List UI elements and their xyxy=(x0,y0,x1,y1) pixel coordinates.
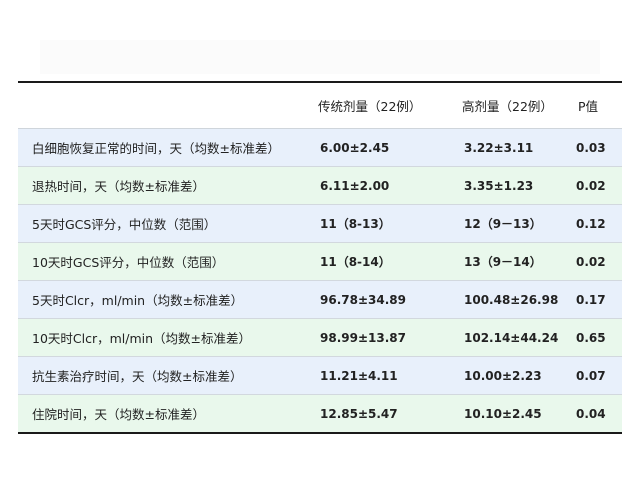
high-dose-value: 3.22±3.11 xyxy=(464,140,534,155)
conventional-dose-value: 12.85±5.47 xyxy=(320,406,398,421)
top-band xyxy=(40,40,600,74)
conventional-dose-value: 98.99±13.87 xyxy=(320,330,406,345)
row-label: 住院时间，天（均数±标准差） xyxy=(32,407,205,422)
conventional-dose-value: 11（8-14） xyxy=(320,255,391,269)
conventional-dose-value: 6.00±2.45 xyxy=(320,140,390,155)
high-dose-value: 13（9－14） xyxy=(464,255,542,269)
conventional-dose-value: 11（8-13） xyxy=(320,217,391,231)
table-body: 白细胞恢复正常的时间，天（均数±标准差） 6.00±2.45 3.22±3.11 0.… xyxy=(18,129,622,432)
table-row: 抗生素治疗时间，天（均数±标准差） 11.21±4.11 10.00±2.23 0.0… xyxy=(18,357,622,395)
header-conventional-dose: 传统剂量（22例） xyxy=(318,99,422,114)
table-row: 5天时Clcr，ml/min（均数±标准差） 96.78±34.89 100.48±… xyxy=(18,281,622,319)
table-row: 退热时间，天（均数±标准差） 6.11±2.00 3.35±1.23 0.02 xyxy=(18,167,622,205)
comparison-table: 传统剂量（22例） 高剂量（22例） P值 白细胞恢复正常的时间，天（均数±标准… xyxy=(18,81,622,434)
row-label: 白细胞恢复正常的时间，天（均数±标准差） xyxy=(32,141,280,156)
p-value: 0.12 xyxy=(576,216,606,231)
row-label: 5天时Clcr，ml/min（均数±标准差） xyxy=(32,293,244,308)
high-dose-value: 10.00±2.23 xyxy=(464,368,542,383)
p-value: 0.07 xyxy=(576,368,606,383)
row-label: 5天时GCS评分，中位数（范围） xyxy=(32,217,217,232)
header-high-dose: 高剂量（22例） xyxy=(462,99,553,114)
p-value: 0.02 xyxy=(576,178,606,193)
row-label: 10天时GCS评分，中位数（范围） xyxy=(32,255,225,270)
high-dose-value: 3.35±1.23 xyxy=(464,178,534,193)
high-dose-value: 100.48±26.98 xyxy=(464,292,559,307)
table-row: 10天时GCS评分，中位数（范围） 11（8-14） 13（9－14） 0.02 xyxy=(18,243,622,281)
high-dose-value: 102.14±44.24 xyxy=(464,330,559,345)
table-row: 住院时间，天（均数±标准差） 12.85±5.47 10.10±2.45 0.04 xyxy=(18,395,622,432)
p-value: 0.17 xyxy=(576,292,606,307)
conventional-dose-value: 11.21±4.11 xyxy=(320,368,398,383)
p-value: 0.04 xyxy=(576,406,606,421)
row-label: 抗生素治疗时间，天（均数±标准差） xyxy=(32,369,243,384)
conventional-dose-value: 96.78±34.89 xyxy=(320,292,406,307)
table-row: 5天时GCS评分，中位数（范围） 11（8-13） 12（9－13） 0.12 xyxy=(18,205,622,243)
table-row: 10天时Clcr，ml/min（均数±标准差） 98.99±13.87 102.14… xyxy=(18,319,622,357)
row-label: 退热时间，天（均数±标准差） xyxy=(32,179,205,194)
table-row: 白细胞恢复正常的时间，天（均数±标准差） 6.00±2.45 3.22±3.11 0.… xyxy=(18,129,622,167)
row-label: 10天时Clcr，ml/min（均数±标准差） xyxy=(32,331,252,346)
p-value: 0.03 xyxy=(576,140,606,155)
p-value: 0.02 xyxy=(576,254,606,269)
header-p-value: P值 xyxy=(578,99,599,114)
table-header-row: 传统剂量（22例） 高剂量（22例） P值 xyxy=(18,83,622,129)
high-dose-value: 12（9－13） xyxy=(464,217,542,231)
conventional-dose-value: 6.11±2.00 xyxy=(320,178,390,193)
p-value: 0.65 xyxy=(576,330,606,345)
high-dose-value: 10.10±2.45 xyxy=(464,406,542,421)
